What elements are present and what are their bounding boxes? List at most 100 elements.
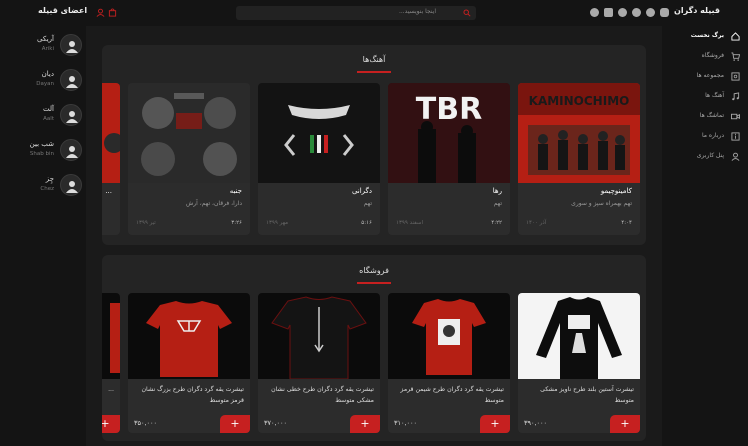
member-aalt[interactable]: آلت Aalt (16, 102, 84, 132)
nav-item-user-panel[interactable]: پنل کاربری (666, 150, 740, 164)
person-icon (66, 76, 78, 88)
product-title: تیشرت آستین بلند طرح ناویز مشکی متوسط (540, 386, 634, 404)
members-sidebar: آریکی Ariki دیان Dayan آلت Aalt شب بین S… (0, 26, 86, 446)
song-card[interactable]: TBR رها تهم ۴:۲۲ اسفند ۱۳۹۹ (388, 83, 510, 235)
nav-label: آهنگ ها (705, 92, 724, 99)
member-dayan[interactable]: دیان Dayan (16, 67, 84, 97)
avatar (60, 34, 82, 56)
song-artist: تهم بهمراه سپز و سوری (571, 200, 632, 207)
info-icon (731, 132, 740, 141)
song-date: تیر ۱۳۹۹ (136, 220, 156, 226)
product-title: تیشرت یقه گرد دگران طرح شیمن قرمز متوسط (400, 386, 504, 404)
section-title: فروشگاه (359, 266, 389, 275)
song-date: مهر ۱۳۹۹ (266, 220, 289, 226)
member-chez[interactable]: چِز Chez (16, 172, 84, 202)
social-links (590, 8, 669, 17)
nav-item-about[interactable]: درباره ما (666, 130, 740, 144)
member-name: چِز (45, 175, 54, 183)
brand-title[interactable]: قبیله دگران (674, 6, 720, 15)
song-duration: ۴:۲۲ (491, 220, 502, 226)
nav-label: درباره ما (701, 132, 724, 139)
shop-section: فروشگاه تیشرت آستین بلند طرح ناویز مشکی … (102, 255, 646, 441)
product-price: ۳۷۰,۰۰۰ (264, 419, 288, 427)
section-title: آهنگ‌ها (362, 55, 386, 64)
product-image (518, 293, 640, 379)
product-card[interactable]: تیشرت یقه گرد دگران طرح بزرگ نشان قرمز م… (128, 293, 250, 433)
person-icon (66, 111, 78, 123)
song-meta: ۳:۲۶ تیر ۱۳۹۹ (136, 220, 242, 230)
nav-item-songs[interactable]: آهنگ ها (666, 90, 740, 104)
product-image (258, 293, 380, 379)
nav-item-home[interactable]: برگ نخست (666, 30, 740, 44)
telegram-icon[interactable] (590, 8, 599, 17)
song-artist: دارا، فرقان، تهم، آرش (185, 200, 242, 207)
spotify-icon[interactable] (632, 8, 641, 17)
member-shab-bin[interactable]: شب بین Shab bin (16, 137, 84, 167)
add-to-cart-button[interactable]: + (480, 415, 510, 433)
music-app-icon[interactable] (646, 8, 655, 17)
music-icon (732, 92, 740, 101)
member-name: شب بین (29, 140, 54, 148)
add-to-cart-button[interactable]: + (220, 415, 250, 433)
product-title: تیشرت یقه گرد دگران طرح بزرگ نشان قرمز م… (141, 386, 244, 404)
video-icon (731, 113, 740, 120)
member-name: آلت (43, 105, 54, 113)
song-card[interactable]: KAMINOCHIMO کامینوچیمو تهم بهمراه سپز و … (518, 83, 640, 235)
nav-item-shop[interactable]: فروشگاه (666, 50, 740, 64)
product-price: ۳۹۰,۰۰۰ (524, 419, 548, 427)
member-ariki[interactable]: آریکی Ariki (16, 32, 84, 62)
product-image (128, 293, 250, 379)
youtube-icon[interactable] (604, 8, 613, 17)
song-card[interactable]: دگرانی تهم ۵:۱۶ مهر ۱۳۹۹ (258, 83, 380, 235)
product-card[interactable]: تیشرت یقه گرد دگران طرح خطی نشان مشکی مت… (258, 293, 380, 433)
song-duration: ۵:۱۶ (361, 220, 372, 226)
add-to-cart-button[interactable]: + (350, 415, 380, 433)
nav-label: مجموعه ها (696, 72, 724, 79)
title-underline (357, 71, 391, 73)
title-underline (357, 282, 391, 284)
nav-item-collections[interactable]: مجموعه ها (666, 70, 740, 84)
bag-icon[interactable] (108, 8, 117, 17)
member-name: دیان (41, 70, 54, 78)
song-title: دگرانی (351, 187, 372, 195)
user-icon[interactable] (96, 8, 105, 17)
search-input[interactable]: اینجا بنویسید... (236, 6, 476, 20)
song-meta: ۵:۱۶ مهر ۱۳۹۹ (266, 220, 372, 230)
song-card[interactable]: جنبه دارا، فرقان، تهم، آرش ۳:۲۶ تیر ۱۳۹۹ (128, 83, 250, 235)
person-icon (66, 146, 78, 158)
songs-section: آهنگ‌ها KAMINOCHIMO کامینوچیمو تهم بهمرا… (102, 45, 646, 245)
member-latin-name: Ariki (41, 46, 54, 52)
top-bar: اعضای قبیله اینجا بنویسید... قبیله دگران (0, 0, 748, 26)
member-latin-name: Shab bin (29, 151, 54, 157)
members-title: اعضای قبیله (38, 6, 88, 15)
song-date: اسفند ۱۳۹۹ (396, 220, 424, 226)
person-icon (66, 41, 78, 53)
product-price: ۳۱۰,۰۰۰ (394, 419, 418, 427)
instagram-icon[interactable] (660, 8, 669, 17)
avatar (60, 174, 82, 196)
song-card[interactable]: ... (102, 83, 120, 235)
album-cover: KAMINOCHIMO (518, 83, 640, 183)
song-title: جنبه (229, 187, 242, 195)
member-latin-name: Dayan (36, 81, 54, 87)
song-meta: ۴:۰۴ آذر ۱۴۰۰ (526, 220, 632, 230)
song-artist: تهم (493, 200, 502, 207)
search-icon[interactable] (463, 9, 471, 17)
search-placeholder: اینجا بنویسید... (398, 8, 436, 15)
album-icon (731, 72, 740, 81)
add-to-cart-button[interactable]: + (102, 415, 120, 433)
nav-label: برگ نخست (690, 32, 724, 39)
member-latin-name: Chez (40, 186, 54, 192)
nav-label: پنل کاربری (696, 152, 724, 159)
add-to-cart-button[interactable]: + (610, 415, 640, 433)
avatar (60, 139, 82, 161)
product-card[interactable]: تیشرت آستین بلند طرح ناویز مشکی متوسط ۳۹… (518, 293, 640, 433)
product-image (388, 293, 510, 379)
soundcloud-icon[interactable] (618, 8, 627, 17)
album-cover (128, 83, 250, 183)
product-card[interactable]: ... + (102, 293, 120, 433)
person-icon (66, 181, 78, 193)
nav-item-videos[interactable]: تماشگ ها (666, 110, 740, 124)
product-card[interactable]: تیشرت یقه گرد دگران طرح شیمن قرمز متوسط … (388, 293, 510, 433)
product-title: ... (108, 386, 114, 393)
